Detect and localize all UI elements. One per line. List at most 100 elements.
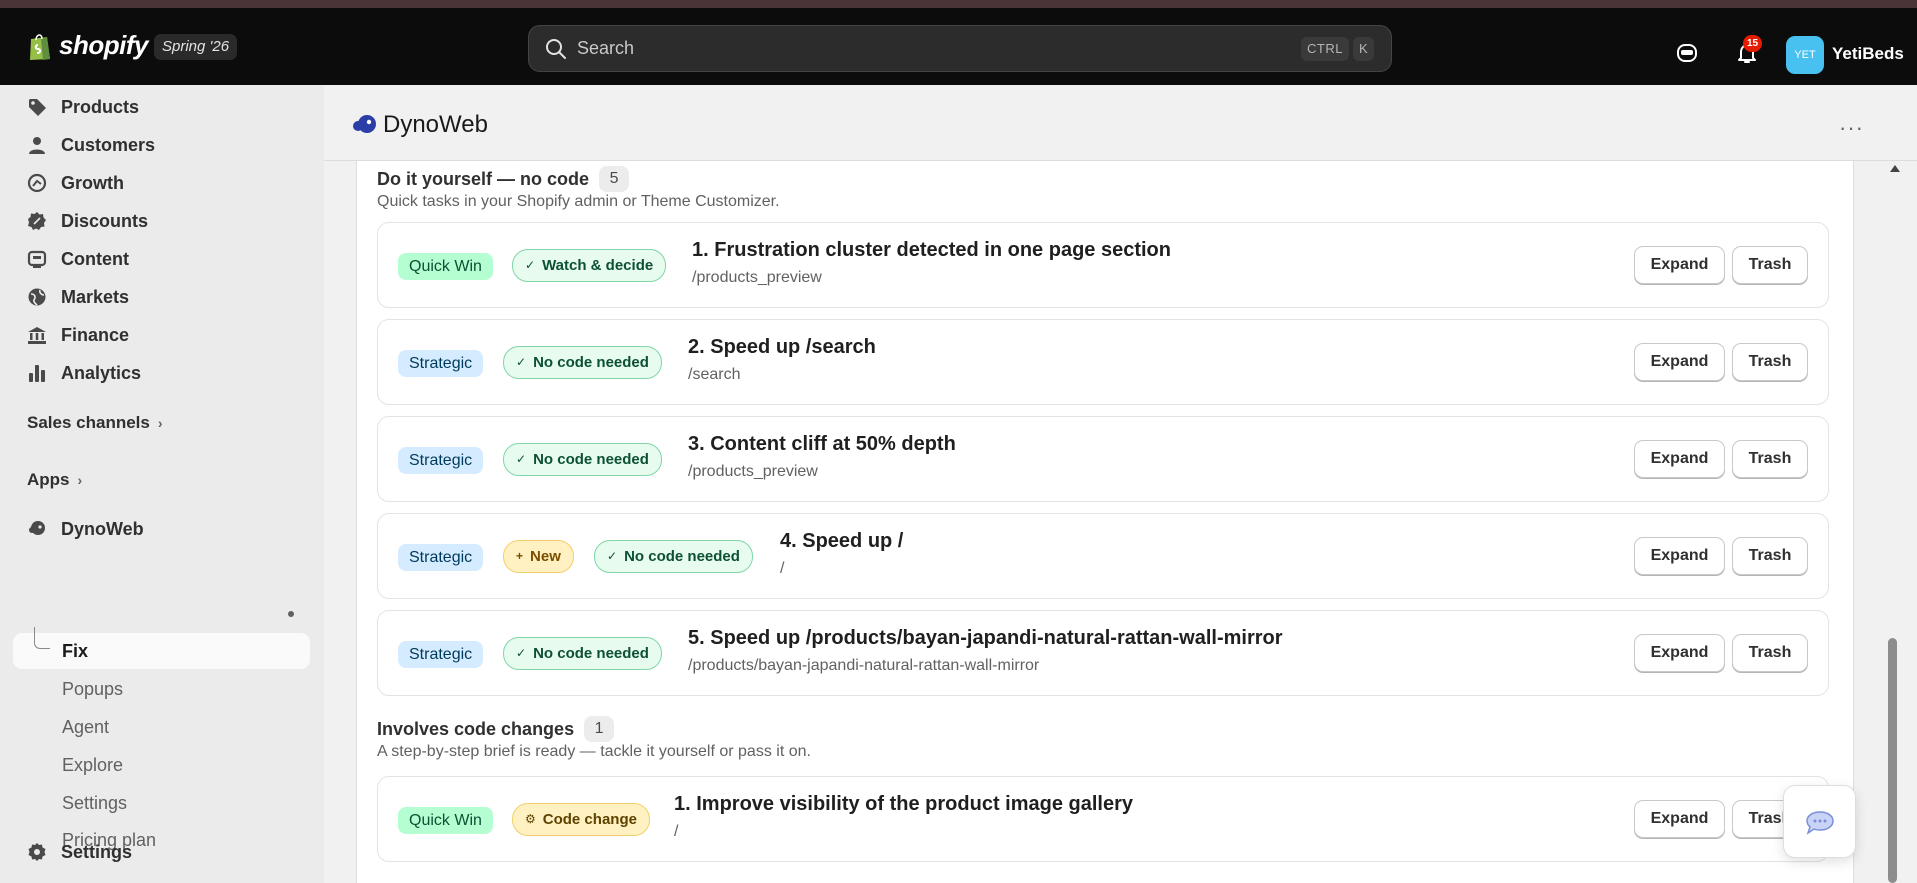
search-icon	[546, 38, 566, 59]
priority-badge: Strategic	[398, 447, 484, 474]
expand-button[interactable]: Expand	[1634, 246, 1725, 284]
status-pill: ✓ Watch & decide	[512, 249, 667, 282]
chevron-right-icon: ›	[157, 415, 163, 431]
trash-button[interactable]: Trash	[1732, 634, 1808, 672]
group-title-code: Involves code changes 1	[377, 716, 615, 742]
growth-icon	[27, 173, 47, 193]
more-actions-icon[interactable]: ···	[1839, 115, 1864, 141]
task-row: Strategic + New ✓ No code needed 4. Spee…	[377, 513, 1829, 599]
chat-launcher-button[interactable]	[1783, 785, 1856, 858]
trash-button[interactable]: Trash	[1732, 343, 1808, 381]
status-pill-label: No code needed	[624, 548, 740, 565]
sidebar-app-label: DynoWeb	[61, 518, 144, 539]
task-title: 4. Speed up /	[780, 530, 904, 552]
group-subtitle-code: A step-by-step brief is ready — tackle i…	[377, 743, 811, 760]
sidebar-subitem-explore[interactable]: Explore	[62, 755, 123, 776]
expand-button[interactable]: Expand	[1634, 537, 1725, 575]
chat-bubble-icon	[1806, 811, 1834, 835]
task-title: 1. Improve visibility of the product ima…	[674, 793, 1134, 815]
shopify-logo[interactable]: shopify	[27, 30, 148, 61]
sidebar-subitem-popups[interactable]: Popups	[62, 679, 123, 700]
person-icon	[29, 137, 45, 154]
sidebar-item-label: Markets	[61, 286, 130, 307]
sidebar-item-products[interactable]: Products	[27, 91, 139, 123]
sidebar-subitem-agent[interactable]: Agent	[62, 717, 109, 738]
shortcut-ctrl-key: CTRL	[1301, 37, 1349, 61]
expand-button[interactable]: Expand	[1634, 440, 1725, 478]
sidebar-subitem-fix-active[interactable]	[13, 633, 310, 669]
sidebar-item-markets[interactable]: Markets	[27, 281, 129, 313]
task-path: /products_preview	[688, 463, 818, 480]
sidebar-subitem-settings[interactable]: Settings	[62, 793, 127, 814]
tree-connector-line	[34, 627, 50, 649]
check-icon: ✓	[516, 355, 527, 369]
priority-badge: Quick Win	[398, 253, 493, 280]
bar-chart-icon	[29, 365, 45, 382]
task-path: /	[780, 560, 785, 577]
sidebar-item-content[interactable]: Content	[27, 243, 129, 275]
group-title-text: Do it yourself — no code	[377, 168, 590, 189]
search-bar[interactable]: Search CTRL K	[528, 25, 1392, 72]
app-title: DynoWeb	[383, 111, 488, 138]
status-pill-label: No code needed	[533, 354, 649, 371]
trash-button[interactable]: Trash	[1732, 440, 1808, 478]
status-pill: ✓ No code needed	[503, 443, 662, 476]
sidebar-item-discounts[interactable]: Discounts	[27, 205, 148, 237]
status-pill: ⚙ Code change	[512, 803, 650, 836]
scroll-up-arrow-icon[interactable]	[1890, 165, 1900, 172]
status-pill: ✓ No code needed	[594, 540, 753, 573]
apps-link[interactable]: Apps ›	[27, 470, 82, 490]
task-row: Quick Win ⚙ Code change 1. Improve visib…	[377, 776, 1829, 862]
apps-label: Apps	[27, 470, 70, 489]
store-avatar[interactable]: YET	[1786, 36, 1824, 74]
task-title: 3. Content cliff at 50% depth	[688, 433, 956, 455]
status-pill-label: No code needed	[533, 451, 649, 468]
app-header: DynoWeb ···	[324, 85, 1917, 161]
bank-icon	[28, 327, 46, 344]
status-pill-label: No code needed	[533, 645, 649, 662]
trash-button[interactable]: Trash	[1732, 537, 1808, 575]
expand-button[interactable]: Expand	[1634, 800, 1725, 838]
shopify-bag-icon	[30, 33, 50, 60]
pin-indicator-dot	[288, 611, 294, 617]
sales-channels-label: Sales channels	[27, 413, 150, 432]
status-pill: ✓ No code needed	[503, 346, 662, 379]
dynoweb-app-icon	[29, 521, 45, 535]
group-count-badge: 1	[584, 716, 615, 742]
sidebar-item-label: Customers	[61, 134, 156, 155]
task-row: Strategic ✓ No code needed 2. Speed up /…	[377, 319, 1829, 405]
gear-icon: ⚙	[525, 812, 536, 826]
notification-count-badge: 15	[1743, 35, 1763, 52]
tasks-card: Do it yourself — no code 5 Quick tasks i…	[356, 161, 1854, 883]
sidebar-item-finance[interactable]: Finance	[27, 319, 129, 351]
expand-button[interactable]: Expand	[1634, 634, 1725, 672]
trash-button[interactable]: Trash	[1732, 246, 1808, 284]
store-name[interactable]: YetiBeds	[1832, 44, 1904, 64]
expand-button[interactable]: Expand	[1634, 343, 1725, 381]
sidebar-subitem-fix[interactable]: Fix	[62, 641, 88, 662]
scrollbar-thumb[interactable]	[1888, 638, 1897, 883]
task-row: Strategic ✓ No code needed 3. Content cl…	[377, 416, 1829, 502]
release-badge[interactable]: Spring '26	[154, 34, 238, 60]
check-icon: ✓	[525, 258, 536, 272]
sidekick-icon[interactable]	[1675, 41, 1699, 65]
sidebar-item-label: Discounts	[61, 210, 149, 231]
main-content: DynoWeb ··· Do it yourself — no code 5 Q…	[324, 85, 1917, 883]
content-icon	[27, 250, 47, 268]
sales-channels-link[interactable]: Sales channels ›	[27, 413, 163, 433]
sidebar-item-customers[interactable]: Customers	[27, 129, 155, 161]
sidebar-item-analytics[interactable]: Analytics	[27, 357, 141, 389]
sidebar-item-label: Settings	[61, 841, 133, 862]
dynoweb-logo-icon	[353, 115, 376, 133]
sidebar-item-label: Analytics	[61, 362, 142, 383]
sidebar-item-growth[interactable]: Growth	[27, 167, 124, 199]
sidebar-item-settings[interactable]: Settings	[27, 836, 132, 868]
sidebar-app-dynoweb[interactable]: DynoWeb	[27, 513, 144, 545]
check-icon: ✓	[516, 646, 527, 660]
task-title: 5. Speed up /products/bayan-japandi-natu…	[688, 627, 1283, 649]
task-path: /	[674, 823, 679, 840]
check-icon: ✓	[516, 452, 527, 466]
priority-badge: Strategic	[398, 350, 484, 377]
discount-icon	[28, 212, 46, 230]
admin-topbar: shopify Spring '26 Search CTRL K 15 YET …	[0, 8, 1917, 85]
